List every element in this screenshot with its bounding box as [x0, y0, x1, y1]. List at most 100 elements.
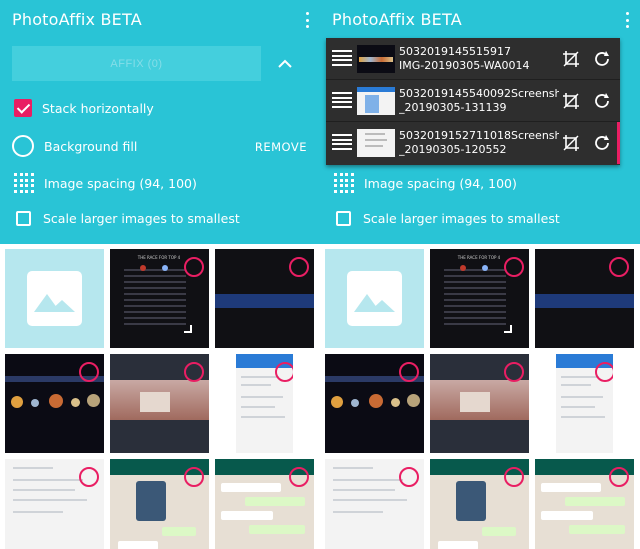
list-item[interactable]: 5032019145540092Screenshot _20190305-131…: [326, 80, 620, 122]
image-placeholder-tile[interactable]: [5, 249, 104, 348]
drag-handle-icon[interactable]: [332, 92, 352, 108]
text-line: [333, 499, 407, 501]
select-ring[interactable]: [504, 467, 524, 487]
poster-heading: THE RACE FOR TOP 4: [137, 255, 181, 260]
select-ring[interactable]: [504, 257, 524, 277]
text-line: [13, 511, 63, 513]
image-tile-screenshot[interactable]: [556, 354, 613, 453]
photo-building: [460, 392, 490, 412]
background-fill-option[interactable]: Background fill: [12, 135, 137, 157]
scale-checkbox[interactable]: [16, 211, 31, 226]
scale-checkbox[interactable]: [336, 211, 351, 226]
settings-panel: PhotoAffix BETA AFFIX (0) Stack horizont…: [0, 0, 320, 244]
image-tile-screenshot[interactable]: [236, 354, 293, 453]
rotate-icon[interactable]: [592, 91, 612, 111]
text-line: [365, 133, 385, 135]
select-ring[interactable]: [504, 362, 524, 382]
app-title: PhotoAffix BETA: [332, 10, 462, 29]
stack-horizontally-checkbox[interactable]: [14, 99, 32, 117]
select-ring[interactable]: [609, 467, 629, 487]
text-line: [561, 396, 603, 398]
list-item-name: 5032019152711018Screenshot _20190305-120…: [399, 129, 559, 157]
text-line: [13, 499, 87, 501]
crop-icon[interactable]: [562, 134, 580, 152]
select-ring[interactable]: [609, 257, 629, 277]
club-badge-icon: [482, 265, 488, 271]
image-tile-poster[interactable]: THE RACE FOR TOP 4: [430, 249, 529, 348]
spacing-grid-icon: [334, 173, 354, 193]
image-tile-screenshot[interactable]: [5, 459, 104, 549]
image-tile-planets[interactable]: [5, 354, 104, 453]
planet-mark: [49, 394, 63, 408]
corner-marker: [184, 325, 192, 333]
background-color-swatch[interactable]: [12, 135, 34, 157]
image-tile-poster[interactable]: THE RACE FOR TOP 4: [110, 249, 209, 348]
crop-icon[interactable]: [562, 92, 580, 110]
image-placeholder-tile[interactable]: [325, 249, 424, 348]
drag-handle-icon[interactable]: [332, 134, 352, 150]
list-item-line2: _20190305-131139: [399, 101, 507, 114]
text-line: [241, 406, 275, 408]
image-tile-screenshot[interactable]: [325, 459, 424, 549]
scale-option[interactable]: Scale larger images to smallest: [14, 211, 240, 226]
overflow-menu-icon[interactable]: [304, 12, 310, 28]
chat-bubble: [245, 497, 305, 506]
chevron-up-icon[interactable]: [276, 56, 294, 70]
scale-option[interactable]: Scale larger images to smallest: [334, 211, 560, 226]
list-item[interactable]: 5032019145515917 IMG-20190305-WA0014: [326, 38, 620, 80]
content-block: [365, 95, 379, 113]
list-item-line1: 5032019145515917: [399, 45, 511, 58]
scroll-indicator: [617, 122, 620, 164]
select-ring[interactable]: [79, 362, 99, 382]
image-tile-chat[interactable]: [430, 459, 529, 549]
list-thumbnail: [357, 87, 395, 115]
stack-horizontally-option[interactable]: Stack horizontally: [14, 99, 154, 117]
chat-bubble: [118, 541, 158, 549]
select-ring[interactable]: [184, 257, 204, 277]
image-placeholder-icon: [27, 271, 82, 326]
select-ring[interactable]: [184, 467, 204, 487]
list-item-line1: 5032019152711018Screenshot: [399, 129, 559, 142]
image-tile-banner[interactable]: [535, 249, 634, 348]
text-line: [333, 489, 395, 491]
text-line: [365, 145, 383, 147]
image-tile-planets[interactable]: [325, 354, 424, 453]
rotate-icon[interactable]: [592, 49, 612, 69]
overflow-menu-icon[interactable]: [624, 12, 630, 28]
text-line: [561, 376, 599, 378]
chat-bubble: [569, 525, 625, 534]
drag-handle-icon[interactable]: [332, 50, 352, 66]
select-ring[interactable]: [184, 362, 204, 382]
image-tile-chat[interactable]: [535, 459, 634, 549]
chat-bubble: [162, 527, 196, 536]
poster-table: [124, 265, 186, 325]
affix-button[interactable]: AFFIX (0): [12, 46, 261, 81]
select-ring[interactable]: [289, 257, 309, 277]
chat-image: [456, 481, 486, 521]
list-item-name: 5032019145540092Screenshot _20190305-131…: [399, 87, 559, 115]
select-ring[interactable]: [275, 362, 293, 382]
club-badge-icon: [460, 265, 466, 271]
image-tile-photo[interactable]: [430, 354, 529, 453]
select-ring[interactable]: [595, 362, 613, 382]
image-spacing-option[interactable]: Image spacing (94, 100): [14, 173, 197, 193]
image-tile-chat[interactable]: [215, 459, 314, 549]
text-line: [333, 467, 373, 469]
remove-button[interactable]: REMOVE: [255, 140, 307, 154]
image-tile-photo[interactable]: [110, 354, 209, 453]
select-ring[interactable]: [399, 467, 419, 487]
select-ring[interactable]: [399, 362, 419, 382]
list-item-line1: 5032019145540092Screenshot: [399, 87, 559, 100]
image-spacing-option[interactable]: Image spacing (94, 100): [334, 173, 517, 193]
image-tile-banner[interactable]: [215, 249, 314, 348]
select-ring[interactable]: [79, 467, 99, 487]
rotate-icon[interactable]: [592, 133, 612, 153]
poster-table: [444, 265, 506, 325]
selected-images-list: 5032019145515917 IMG-20190305-WA0014 503…: [326, 38, 620, 165]
text-line: [13, 489, 75, 491]
image-tile-chat[interactable]: [110, 459, 209, 549]
list-item[interactable]: 5032019152711018Screenshot _20190305-120…: [326, 122, 620, 164]
text-line: [561, 416, 605, 418]
crop-icon[interactable]: [562, 50, 580, 68]
select-ring[interactable]: [289, 467, 309, 487]
